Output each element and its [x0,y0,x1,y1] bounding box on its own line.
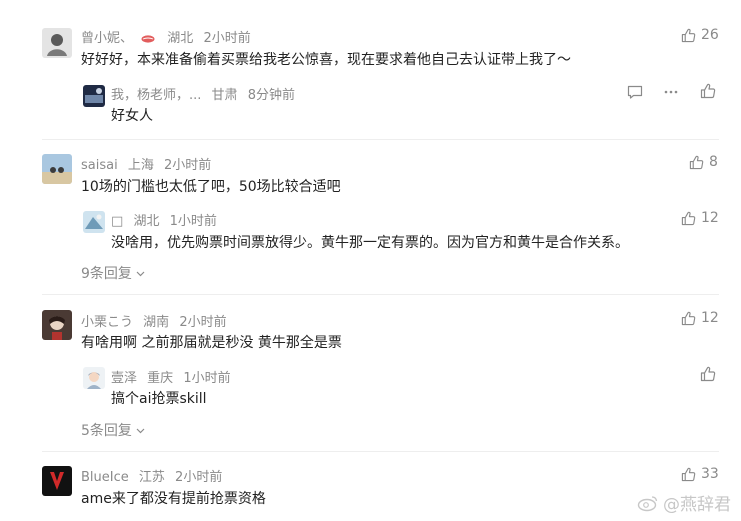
like-button[interactable]: 33 [681,466,719,482]
comment-text: 有啥用啊 之前那届就是秒没 黄牛那全是票 [81,335,342,351]
comment-text: 好好好，本来准备偷着买票给我老公惊喜，现在要求着他自己去认证带上我了～ [81,52,571,68]
divider [42,451,719,452]
avatar[interactable] [83,211,105,233]
commenter-name[interactable]: 小栗こう [81,315,133,330]
comment-location: 湖南 [143,315,170,330]
like-count: 33 [701,466,719,482]
badge-icon [141,33,155,43]
avatar[interactable] [83,367,105,389]
reply-author[interactable]: □ [111,214,123,229]
like-button[interactable]: 8 [689,154,718,170]
reply-time: 1小时前 [169,214,217,229]
watermark: @燕辞君 [637,490,731,515]
comment-location: 江苏 [138,470,165,485]
reply-meta: 我，杨老师，... 甘肃 8分钟前 [111,84,295,103]
avatar[interactable] [42,310,72,340]
avatar[interactable] [42,28,72,58]
reply-text: 好女人 [111,108,153,124]
comment-location: 上海 [127,158,154,173]
comment-text: ame来了都没有提前抢票资格 [81,491,266,507]
reply-location: 甘肃 [211,88,238,103]
reply-text: 搞个ai抢票skill [111,391,207,407]
reply-location: 重庆 [147,371,174,386]
thumb-up-icon [689,155,704,170]
more-replies-link[interactable]: 9条回复 [81,263,145,283]
comment-meta: 小栗こう 湖南 2小时前 [81,311,227,330]
more-replies-link[interactable]: 5条回复 [81,420,145,440]
watermark-text: @燕辞君 [663,495,731,515]
like-button[interactable]: 12 [681,210,719,226]
commenter-name[interactable]: saisai [81,158,118,173]
reply-time: 8分钟前 [247,88,295,103]
divider [42,294,719,295]
reply-author[interactable]: 我，杨老师，... [111,88,201,103]
avatar[interactable] [42,466,72,496]
reply-author[interactable]: 壹泽 [111,371,137,386]
reply-meta: 壹泽 重庆 1小时前 [111,367,231,386]
comment-meta: BlueIce 江苏 2小时前 [81,466,222,485]
weibo-logo-icon [637,495,658,511]
reply-time: 1小时前 [183,371,231,386]
comment-icon[interactable] [627,84,643,100]
chevron-down-icon [136,428,145,434]
thumb-up-icon[interactable] [700,366,716,382]
commenter-name[interactable]: 曾小妮、 [81,31,133,46]
thumb-up-icon [681,211,696,226]
thumb-up-icon [681,28,696,43]
like-button[interactable]: 26 [681,27,719,43]
avatar[interactable] [83,85,105,107]
comment-meta: 曾小妮、 湖北 2小时前 [81,27,251,46]
chevron-down-icon [136,271,145,277]
thumb-up-icon [681,467,696,482]
like-button[interactable]: 12 [681,310,719,326]
like-count: 26 [701,27,719,43]
more-replies-label: 5条回复 [81,423,132,439]
comment-time: 2小时前 [175,470,223,485]
like-count: 12 [701,210,719,226]
more-replies-label: 9条回复 [81,266,132,282]
commenter-name[interactable]: BlueIce [81,470,129,485]
comment-time: 2小时前 [203,31,251,46]
thumb-up-icon [681,311,696,326]
like-count: 12 [701,310,719,326]
reply-location: 湖北 [133,214,160,229]
comment-location: 湖北 [167,31,194,46]
comment-time: 2小时前 [179,315,227,330]
avatar[interactable] [42,154,72,184]
thumb-up-icon[interactable] [700,83,716,99]
more-dots-icon[interactable] [663,84,679,100]
divider [42,139,719,140]
reply-meta: □ 湖北 1小时前 [111,210,217,229]
like-count: 8 [709,154,718,170]
comment-meta: saisai 上海 2小时前 [81,154,211,173]
reply-text: 没啥用，优先购票时间票放得少。黄牛那一定有票的。因为官方和黄牛是合作关系。 [111,235,629,251]
comment-time: 2小时前 [164,158,212,173]
comment-text: 10场的门槛也太低了吧，50场比较合适吧 [81,179,341,195]
